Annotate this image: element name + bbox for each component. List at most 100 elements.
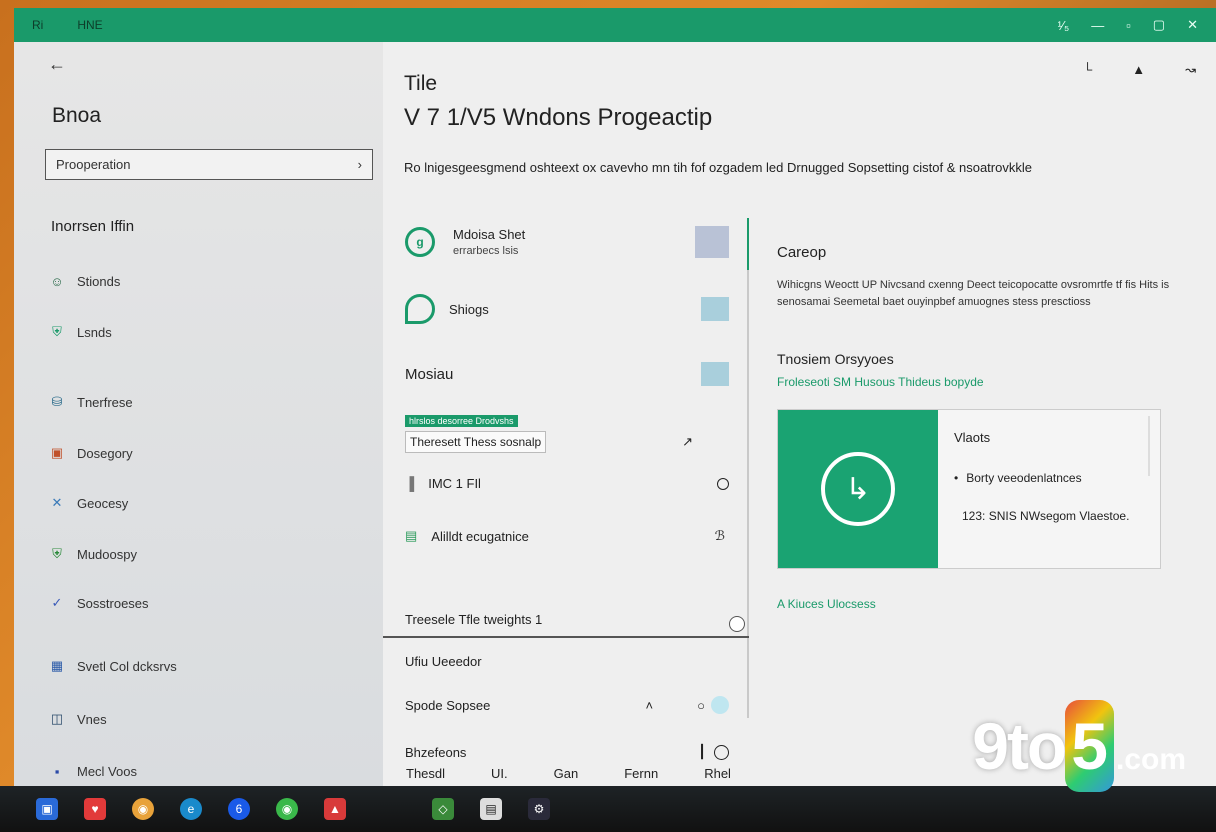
- minimize-button[interactable]: —: [1091, 18, 1104, 33]
- taskbar-app-1-icon[interactable]: ▣: [36, 798, 58, 820]
- sidebar-item-9[interactable]: ▪ Mecl Voos: [49, 764, 137, 779]
- sidebar-item-8[interactable]: ◫ Vnes: [49, 711, 107, 727]
- radio-button[interactable]: [717, 477, 729, 490]
- page-title: V 7 1/V5 Wndons Progeactip: [404, 104, 713, 131]
- search-icon[interactable]: ›: [358, 157, 362, 172]
- tooltip-row: Theresett Thess sosnalp ↗: [405, 431, 729, 453]
- sidebar-item-label: Stionds: [77, 274, 121, 289]
- card-banner: ↳: [778, 410, 938, 568]
- sidebar-title: Bnoa: [52, 104, 102, 127]
- list-item-title: IMC 1 FIl: [428, 476, 481, 491]
- taskbar-browser-icon[interactable]: ◉: [132, 798, 154, 820]
- list-item-1[interactable]: g Mdoisa Shet errarbecs lsis: [405, 226, 729, 258]
- bar-small-icon: ┃: [698, 744, 706, 759]
- card-title: Vlaots: [954, 430, 991, 445]
- sidebar-item-label: Vnes: [77, 711, 107, 727]
- sidebar-item-label: Lsnds: [77, 324, 112, 340]
- section-label: Ufiu Ueeedor: [405, 654, 482, 669]
- radio-button[interactable]: [714, 744, 729, 760]
- taskbar-heart-icon[interactable]: ♥: [84, 798, 106, 820]
- sidebar-item-3[interactable]: ▣ Dosegory: [49, 445, 133, 461]
- card-line-1: • Borty veeodenlatnces: [954, 471, 1144, 485]
- app-logo-icon: ↳: [821, 452, 895, 526]
- card-line-2: 123: SNIS NWsegom Vlaestoe.: [962, 509, 1130, 523]
- detail-link-2[interactable]: A Kiuces Ulocsess: [777, 597, 1192, 611]
- taskbar-blue-icon[interactable]: 6: [228, 798, 250, 820]
- share-icon[interactable]: ↝: [1185, 62, 1196, 78]
- taskbar-green-icon[interactable]: ◇: [432, 798, 454, 820]
- list-item-6: Ufiu Ueeedor: [405, 654, 729, 669]
- list-item-4[interactable]: ▐ IMC 1 FIl: [405, 476, 729, 491]
- detail-link[interactable]: Froleseoti SM Husous Thideus bopyde: [777, 375, 1192, 389]
- watermark-logo: 9to 5 .com: [972, 700, 1186, 792]
- tooltip-box: Theresett Thess sosnalp: [405, 431, 547, 453]
- window-controls: ¹⁄₅ — ▫ ▢ ✕: [1057, 17, 1198, 33]
- search-small-icon: ○: [697, 697, 705, 713]
- edit-icon[interactable]: ↗: [682, 434, 693, 450]
- header-icons: └ ▲ ↝: [1083, 62, 1196, 78]
- up-arrow-icon[interactable]: ▲: [1132, 62, 1145, 78]
- taskbar-settings-icon[interactable]: ⚙: [528, 798, 550, 820]
- sidebar-item-0[interactable]: ☺ Stionds: [49, 274, 120, 289]
- main-panel: └ ▲ ↝ Tile V 7 1/V5 Wndons Progeactip Ro…: [383, 42, 1216, 786]
- close-x-icon: ✕: [51, 495, 63, 510]
- list-item-8[interactable]: Bhzefeons ┃: [405, 744, 729, 760]
- sidebar-item-label: Sosstroeses: [77, 595, 149, 611]
- check-icon: ✓: [51, 595, 63, 610]
- green-circle-icon: g: [405, 227, 435, 257]
- list-item-title: Mdoisa Shet: [453, 227, 526, 242]
- watermark-five: 5: [1065, 700, 1114, 792]
- list-item-7[interactable]: Spode Sopsee ˄ ○: [405, 696, 729, 714]
- restore-button[interactable]: ▫: [1126, 18, 1131, 33]
- maximize-button[interactable]: ▢: [1153, 17, 1165, 33]
- settings-list: g Mdoisa Shet errarbecs lsis Shiogs Mosi…: [383, 218, 749, 760]
- list-item-title: Shiogs: [449, 301, 489, 317]
- list-item-2[interactable]: Shiogs: [405, 294, 729, 324]
- app-card[interactable]: ↳ Vlaots • Borty veeodenlatnces 123: SNIS…: [777, 409, 1161, 569]
- watermark-com: .com: [1115, 743, 1186, 776]
- sidebar-item-label: Svetl Col dcksrvs: [77, 658, 177, 674]
- footer-tab-2[interactable]: UI.: [491, 766, 508, 781]
- detail-body: Wihicgns Weoctt UP Nivcsand cxenng Deect…: [777, 279, 1170, 308]
- close-button[interactable]: ✕: [1187, 17, 1198, 33]
- toggle-row[interactable]: Treesele Tfle tweights 1: [383, 606, 749, 638]
- sidebar-item-label: Mecl Voos: [77, 764, 137, 779]
- sidebar-item-7[interactable]: ▦ Svetl Col dcksrvs: [49, 658, 177, 674]
- sidebar-item-label: Tnerfrese: [77, 394, 133, 410]
- back-arrow-icon[interactable]: ←: [48, 54, 66, 75]
- caret-up-icon[interactable]: ˄: [646, 698, 654, 713]
- search-input[interactable]: Prooperation ›: [45, 149, 373, 180]
- status-dot: [711, 696, 729, 714]
- footer-tab-4[interactable]: Fernn: [624, 766, 658, 781]
- footer-tab-3[interactable]: Gan: [554, 766, 579, 781]
- thumbnail-icon: [695, 226, 729, 258]
- taskbar: ▣ ♥ ◉ e 6 ◉ ▲ ◇ ▤ ⚙: [0, 786, 1216, 832]
- green-strip-label: hlrslos desorree Drodvshs: [405, 415, 518, 427]
- taskbar-edge-icon[interactable]: e: [180, 798, 202, 820]
- taskbar-chrome-icon[interactable]: ◉: [276, 798, 298, 820]
- footer-tab-1[interactable]: Thesdl: [406, 766, 445, 781]
- chat-icon: [405, 294, 435, 324]
- card-scrollbar[interactable]: [1148, 416, 1150, 476]
- sidebar-item-4[interactable]: ✕ Geocesy: [49, 495, 129, 511]
- sidebar-item-1[interactable]: ⛨ Lsnds: [49, 324, 112, 340]
- sidebar-item-6[interactable]: ✓ Sosstroeses: [49, 595, 149, 611]
- square-icon: ▪: [54, 764, 60, 779]
- pin-icon[interactable]: └: [1083, 62, 1092, 78]
- list-item-3[interactable]: Mosiau: [405, 362, 729, 386]
- footer-tab-5[interactable]: Rhel: [704, 766, 731, 781]
- list-item-5[interactable]: ▤ Alilldt ecugatnice ℬ: [405, 528, 729, 544]
- thumbnail-icon: [701, 362, 729, 386]
- list-item-title: Bhzefeons: [405, 744, 467, 760]
- toggle-knob[interactable]: [729, 616, 745, 632]
- title-bar: Ri HNE ¹⁄₅ — ▫ ▢ ✕: [14, 8, 1216, 42]
- network-icon: ⛁: [51, 394, 63, 409]
- taskbar-red-icon[interactable]: ▲: [324, 798, 346, 820]
- card-content: Vlaots • Borty veeodenlatnces 123: SNIS N…: [938, 410, 1160, 568]
- grid-icon: ▦: [50, 658, 64, 673]
- sidebar-item-2[interactable]: ⛁ Tnerfrese: [49, 394, 133, 410]
- title-extra: ¹⁄₅: [1057, 17, 1070, 33]
- bar-icon: ▐: [405, 476, 415, 491]
- taskbar-window-icon[interactable]: ▤: [480, 798, 502, 820]
- sidebar-item-5[interactable]: ⛨ Mudoospy: [49, 546, 137, 562]
